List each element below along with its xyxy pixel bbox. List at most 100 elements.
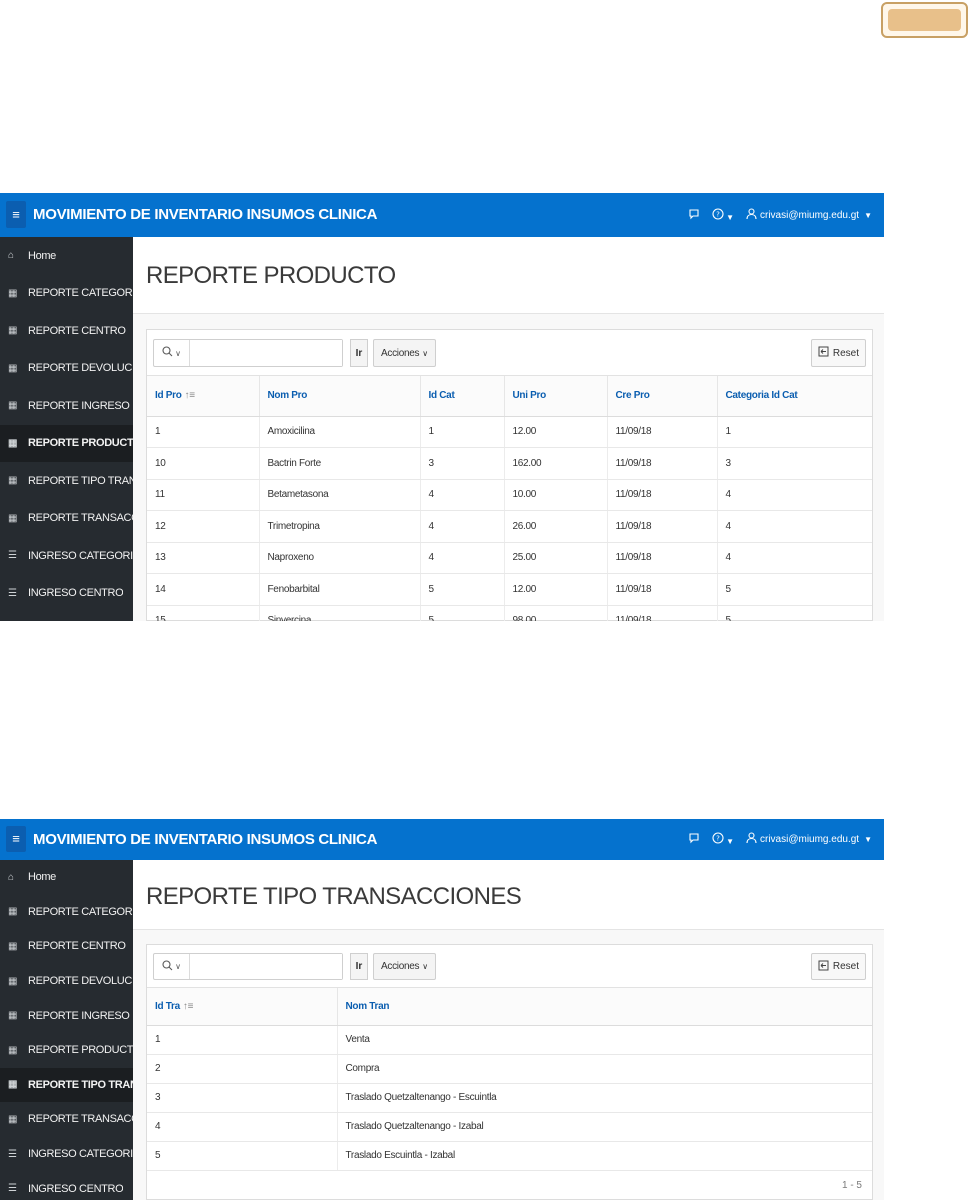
chat-icon[interactable] [688,832,700,847]
sidebar-item-reporte-ingreso[interactable]: ▦ REPORTE INGRESO PR... [0,387,133,425]
sidebar-item-label: INGRESO CENTRO [28,1182,124,1195]
cell: 5 [420,605,505,621]
table-row: 4 Traslado Quetzaltenango - Izabal [147,1112,872,1142]
table-icon: ▦ [8,400,18,412]
go-button[interactable]: Ir [350,339,368,367]
cell: 12 [147,510,260,543]
hamburger-icon[interactable]: ≡ [6,826,26,852]
screenshot-reporte-producto: ≡ MOVIMIENTO DE INVENTARIO INSUMOS CLINI… [0,193,884,621]
sidebar-item-label: REPORTE CATEGORIA [28,905,133,918]
sidebar-item-reporte-tipo-transaccion[interactable]: ▦ REPORTE TIPO TRANS... [0,1067,133,1103]
app-title[interactable]: MOVIMIENTO DE INVENTARIO INSUMOS CLINICA [33,193,377,237]
sidebar-item-label: REPORTE CENTRO [28,940,126,953]
actions-label: Acciones [381,961,420,972]
sidebar-item-label: Home [28,249,56,262]
reset-button[interactable]: Reset [810,953,866,980]
sidebar-item-reporte-ingreso[interactable]: ▦ REPORTE INGRESO PR... [0,998,133,1033]
sidebar-item-reporte-transaccion[interactable]: ▦ REPORTE TRANSACCIO... [0,500,133,538]
search-column-selector[interactable]: ∨ [154,340,190,366]
page-header: REPORTE PRODUCTO [133,237,884,314]
table-row: 15 Sinvercina 5 98.00 11/09/18 5 [147,605,872,621]
sidebar-item-reporte-tipo-transaccion[interactable]: ▦ REPORTE TIPO TRANSA... [0,462,133,500]
search-input[interactable] [190,340,342,366]
search-input[interactable] [190,954,342,979]
chevron-down-icon: ∨ [175,962,181,971]
search-icon [162,959,173,974]
cell: 2 [147,1054,338,1084]
sidebar-item-ingreso-categoria[interactable]: ☰ INGRESO CATEGORIA P... [0,1137,133,1172]
table-row: 11 Betametasona 4 10.00 11/09/18 4 [147,479,872,511]
cell: 98.00 [504,605,608,621]
sidebar-item-label: REPORTE DEVOLUCION... [28,975,133,988]
form-icon: ☰ [8,587,17,599]
column-header-cre-pro[interactable]: Cre Pro [607,376,718,417]
cell: 4 [147,1112,338,1142]
column-header-id-cat[interactable]: Id Cat [420,376,505,417]
search-group: ∨ [153,339,343,367]
svg-text:?: ? [716,835,720,843]
cell: 12.00 [504,573,608,606]
table-header-row: Id Tra ↑≡ Nom Tran [147,988,872,1026]
cell: Bactrin Forte [259,447,421,480]
column-header-categoria-id-cat[interactable]: Categoria Id Cat [717,376,872,417]
chevron-down-icon: ▼ [726,837,734,846]
reset-icon [818,346,829,360]
sidebar-item-reporte-devolucion[interactable]: ▦ REPORTE DEVOLUCION... [0,350,133,388]
sidebar-item-label: REPORTE TIPO TRANS... [28,1078,133,1091]
cell: 11/09/18 [607,510,718,543]
sidebar-item-reporte-categoria[interactable]: ▦ REPORTE CATEGORIA [0,895,133,930]
main-content: REPORTE TIPO TRANSACCIONES ∨ Ir Acciones… [133,860,884,1200]
sidebar-item-ingreso-categoria[interactable]: ☰ INGRESO CATEGORIA P... [0,537,133,575]
cell: 4 [717,479,872,511]
sidebar-item-label: INGRESO CATEGORIA P... [28,549,133,562]
sidebar-item-reporte-devolucion[interactable]: ▦ REPORTE DEVOLUCION... [0,964,133,999]
sidebar-item-reporte-categoria[interactable]: ▦ REPORTE CATEGORIA [0,275,133,313]
sidebar-item-label: REPORTE PRODUCTO [28,1044,133,1057]
sidebar-item-ingreso-centro[interactable]: ☰ INGRESO CENTRO [0,575,133,613]
sidebar-item-reporte-producto[interactable]: ▦ REPORTE PRODUCTO [0,1033,133,1068]
sidebar-item-reporte-transaccion[interactable]: ▦ REPORTE TRANSACCIO... [0,1102,133,1137]
chevron-down-icon: ▼ [864,210,872,220]
app-header: ≡ MOVIMIENTO DE INVENTARIO INSUMOS CLINI… [0,193,884,237]
actions-button[interactable]: Acciones ∨ [373,953,436,980]
interactive-report: ∨ Ir Acciones ∨ Reset Id Pro ↑≡ Nom Pro … [146,329,873,621]
chevron-down-icon: ▼ [726,212,734,222]
table-icon: ▦ [8,362,18,374]
sidebar-item-home[interactable]: ⌂ Home [0,860,133,895]
cell: 3 [420,447,505,480]
sidebar-item-home[interactable]: ⌂ Home [0,237,133,275]
sidebar-item-reporte-centro[interactable]: ▦ REPORTE CENTRO [0,929,133,964]
help-icon[interactable]: ? ▼ [712,832,734,847]
search-column-selector[interactable]: ∨ [154,954,190,979]
cell: 13 [147,542,260,574]
interactive-report: ∨ Ir Acciones ∨ Reset Id Tra ↑≡ Nom Tran… [146,944,873,1200]
pagination-info: 1 - 5 [841,1179,862,1191]
app-title[interactable]: MOVIMIENTO DE INVENTARIO INSUMOS CLINICA [33,819,377,860]
chevron-down-icon: ∨ [422,348,428,358]
column-header-id-tra[interactable]: Id Tra ↑≡ [147,988,338,1026]
sidebar-item-reporte-centro[interactable]: ▦ REPORTE CENTRO [0,312,133,350]
column-header-id-pro[interactable]: Id Pro ↑≡ [147,376,260,417]
cell: 1 [717,416,872,448]
reset-button[interactable]: Reset [810,339,866,367]
app-header: ≡ MOVIMIENTO DE INVENTARIO INSUMOS CLINI… [0,819,884,860]
chat-icon[interactable] [688,208,700,223]
hamburger-icon[interactable]: ≡ [6,201,26,228]
go-button[interactable]: Ir [350,953,368,980]
column-header-nom-pro[interactable]: Nom Pro [259,376,421,417]
cell: 11 [147,479,260,511]
column-header-uni-pro[interactable]: Uni Pro [504,376,608,417]
sidebar-item-ingreso-centro[interactable]: ☰ INGRESO CENTRO [0,1171,133,1200]
user-menu[interactable]: crivasi@miumg.edu.gt ▼ [746,207,872,223]
page-title: REPORTE TIPO TRANSACCIONES [146,883,522,910]
sidebar-item-reporte-producto[interactable]: ▦ REPORTE PRODUCTO [0,424,133,462]
column-header-nom-tran[interactable]: Nom Tran [337,988,872,1026]
table-icon: ▦ [8,1010,18,1022]
table-row: 10 Bactrin Forte 3 162.00 11/09/18 3 [147,447,872,480]
actions-button[interactable]: Acciones ∨ [373,339,436,367]
user-menu[interactable]: crivasi@miumg.edu.gt ▼ [746,832,872,847]
cell: 25.00 [504,542,608,574]
report-toolbar: ∨ Ir Acciones ∨ Reset [147,330,872,376]
table-icon: ▦ [8,287,18,299]
help-icon[interactable]: ? ▼ [712,207,734,223]
